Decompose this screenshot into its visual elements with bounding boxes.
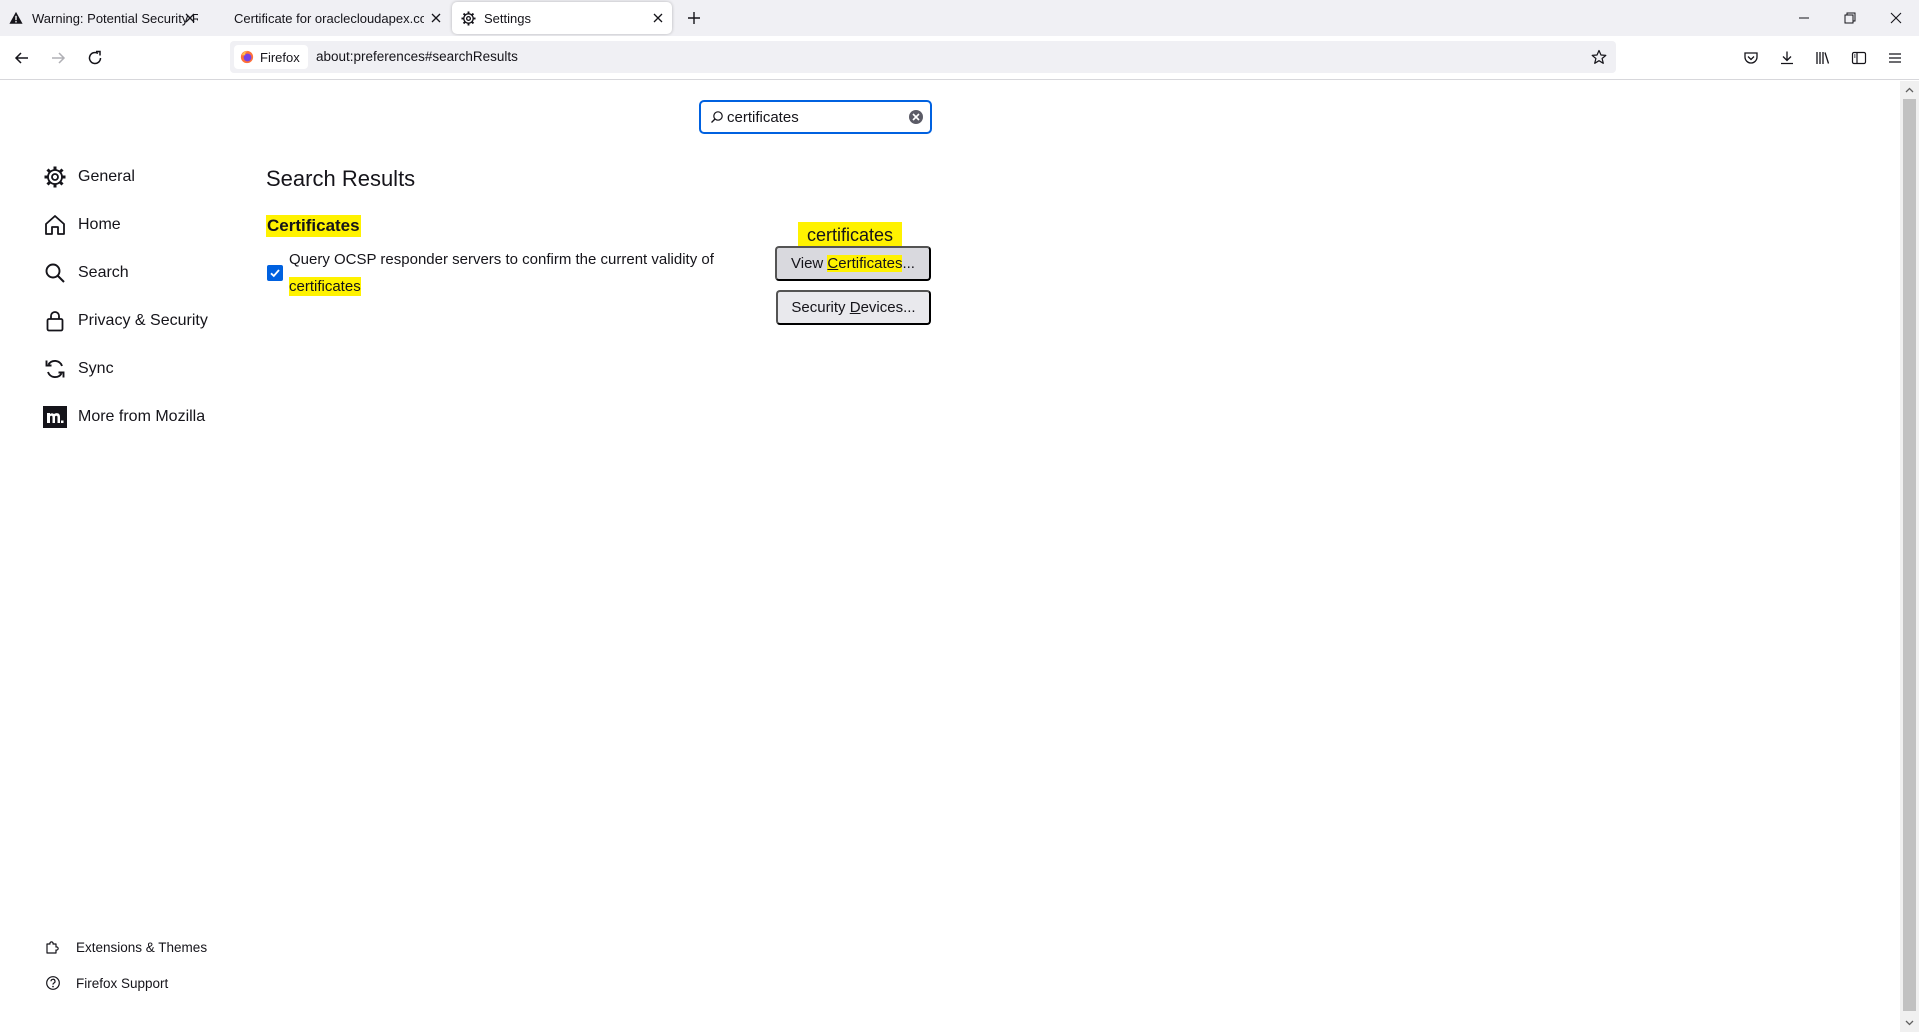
- restore-button[interactable]: [1827, 0, 1873, 36]
- downloads-button[interactable]: [1774, 45, 1800, 71]
- ocsp-checkbox-label[interactable]: Query OCSP responder servers to confirm …: [289, 251, 714, 268]
- button-label-prefix: Security: [791, 299, 850, 316]
- reload-button[interactable]: [82, 45, 108, 71]
- reload-icon: [88, 50, 102, 65]
- search-icon: [42, 260, 68, 286]
- button-label-highlight: Certificates: [827, 255, 903, 272]
- page-scrollbar[interactable]: [1900, 81, 1919, 1032]
- library-icon: [1816, 52, 1830, 64]
- button-label-suffix: ...: [902, 255, 915, 272]
- sidebar-item-label: Home: [78, 216, 121, 233]
- sidebar-item-privacy-security[interactable]: Privacy & Security: [42, 306, 208, 336]
- sidebar-item-label: Privacy & Security: [78, 312, 208, 329]
- puzzle-icon: [44, 938, 62, 956]
- ocsp-checkbox-label-highlight[interactable]: certificates: [289, 277, 361, 296]
- accesskey: D: [849, 299, 861, 316]
- sidebar-item-label: Search: [78, 264, 129, 281]
- button-label-prefix: View: [791, 255, 828, 272]
- close-icon[interactable]: [428, 10, 444, 26]
- accesskey: C: [827, 255, 839, 272]
- tab-label: Warning: Potential Security Risk Ahead: [32, 10, 198, 26]
- back-button[interactable]: [9, 45, 35, 71]
- close-window-button[interactable]: [1873, 0, 1919, 36]
- close-icon[interactable]: [650, 10, 666, 26]
- warning-icon: [8, 10, 24, 26]
- identity-label: Firefox: [260, 49, 300, 65]
- tab-label: Certificate for oraclecloudapex.com: [234, 10, 424, 26]
- pocket-icon: [1744, 52, 1758, 64]
- sync-icon: [42, 356, 68, 382]
- button-label-suffix: evices...: [860, 299, 916, 316]
- sidebar-item-label: Sync: [78, 360, 114, 377]
- gear-icon: [460, 10, 476, 26]
- clear-search-icon[interactable]: [908, 109, 924, 125]
- scroll-up-icon[interactable]: [1903, 84, 1916, 96]
- certificates-group-title: Certificates: [266, 215, 361, 237]
- forward-arrow-icon: [52, 52, 66, 64]
- mozilla-icon: [42, 404, 68, 430]
- search-match-tooltip: certificates: [798, 222, 903, 254]
- new-tab-button[interactable]: [682, 6, 706, 30]
- app-menu-button[interactable]: [1882, 45, 1908, 71]
- ocsp-checkbox[interactable]: [267, 265, 283, 281]
- hamburger-menu-icon: [1889, 53, 1901, 63]
- view-certificates-button[interactable]: View Certificates...: [775, 246, 931, 281]
- bookmark-star-button[interactable]: [1588, 46, 1610, 68]
- firefox-support-link[interactable]: Firefox Support: [44, 972, 168, 994]
- identity-box[interactable]: Firefox: [234, 45, 308, 69]
- sidebar-item-home[interactable]: Home: [42, 210, 121, 240]
- search-input[interactable]: [727, 106, 897, 128]
- forward-button[interactable]: [45, 45, 71, 71]
- sidebar-item-search[interactable]: Search: [42, 258, 129, 288]
- scroll-down-icon[interactable]: [1903, 1017, 1916, 1029]
- tab-security-warning[interactable]: Warning: Potential Security Risk Ahead: [8, 2, 214, 34]
- sidebar-item-label: General: [78, 168, 135, 185]
- sidebar-item-general[interactable]: General: [42, 162, 135, 192]
- gear-icon: [42, 164, 68, 190]
- sidebar-item-sync[interactable]: Sync: [42, 354, 114, 384]
- tab-certificate[interactable]: Certificate for oraclecloudapex.com: [234, 2, 446, 34]
- footer-link-label: Firefox Support: [76, 975, 169, 991]
- settings-search-box[interactable]: [699, 100, 932, 134]
- tab-strip: Warning: Potential Security Risk Ahead C…: [0, 0, 1919, 36]
- minimize-button[interactable]: [1781, 0, 1827, 36]
- page-title: Search Results: [266, 166, 416, 191]
- navigation-bar: Firefox about:preferences#searchResults: [0, 36, 1919, 80]
- url-text[interactable]: about:preferences#searchResults: [316, 49, 518, 64]
- help-icon: [44, 974, 62, 992]
- url-bar[interactable]: Firefox about:preferences#searchResults: [230, 41, 1616, 73]
- sidebar-item-label: More from Mozilla: [78, 408, 206, 425]
- library-button[interactable]: [1810, 45, 1836, 71]
- sidebar-item-more-from-mozilla[interactable]: More from Mozilla: [42, 402, 205, 432]
- close-icon[interactable]: [182, 10, 198, 26]
- firefox-logo-icon: [240, 50, 254, 64]
- lock-icon: [42, 308, 68, 334]
- search-icon: [711, 111, 723, 123]
- home-icon: [42, 212, 68, 238]
- sidebar-icon: [1851, 51, 1867, 65]
- download-icon: [1781, 51, 1793, 65]
- back-arrow-icon: [14, 52, 28, 64]
- security-devices-button[interactable]: Security Devices...: [776, 290, 931, 325]
- footer-link-label: Extensions & Themes: [76, 939, 208, 955]
- sidebar-toggle-button[interactable]: [1846, 45, 1872, 71]
- extensions-themes-link[interactable]: Extensions & Themes: [44, 936, 207, 958]
- tab-label: Settings: [484, 10, 531, 26]
- pocket-button[interactable]: [1738, 45, 1764, 71]
- scrollbar-thumb[interactable]: [1903, 99, 1916, 1011]
- tab-settings[interactable]: Settings: [452, 2, 672, 34]
- checkmark-icon: [270, 269, 280, 278]
- star-icon: [1591, 49, 1607, 64]
- highlight-rest: ertificates: [838, 255, 903, 272]
